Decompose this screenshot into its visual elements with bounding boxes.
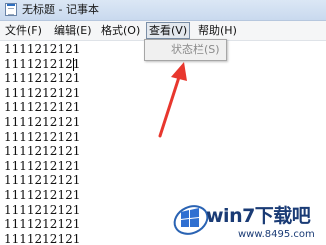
text-line: 1111212121	[4, 173, 81, 188]
text-content[interactable]: 1111212121 1111212121 1111212121 1111212…	[4, 42, 80, 245]
text-line: 1111212121	[4, 158, 81, 173]
title-bar[interactable]: 无标题 - 记事本	[0, 0, 326, 21]
text-line: 1111212121	[4, 56, 81, 71]
menu-item-status-bar[interactable]: 状态栏(S)	[171, 43, 220, 57]
text-line: 1111212121	[4, 42, 81, 56]
watermark: win7下载吧 www.8495.com	[172, 200, 326, 245]
watermark-brand: win7下载吧	[206, 205, 311, 227]
menu-bar: 文件(F) 编辑(E) 格式(O) 查看(V) 帮助(H)	[0, 21, 326, 41]
menu-format[interactable]: 格式(O)	[101, 23, 140, 38]
menu-edit[interactable]: 编辑(E)	[54, 23, 92, 38]
text-caret	[73, 58, 74, 71]
text-line: 1111212121	[4, 85, 81, 100]
text-line: 1111212121	[4, 144, 81, 159]
view-menu-dropdown: 状态栏(S)	[144, 39, 227, 61]
text-line: 1111212121	[4, 114, 81, 129]
text-line: 1111212121	[4, 202, 81, 217]
text-line: 1111212121	[4, 231, 81, 245]
menu-view[interactable]: 查看(V)	[146, 22, 191, 39]
text-line: 1111212121	[4, 100, 81, 115]
notepad-icon[interactable]	[5, 3, 17, 16]
text-line: 1111212121	[4, 187, 81, 202]
window-title: 无标题 - 记事本	[22, 3, 99, 16]
text-line: 1111212121	[4, 129, 81, 144]
menu-help[interactable]: 帮助(H)	[198, 23, 237, 38]
windows-logo-icon	[173, 205, 209, 235]
text-line: 1111212121	[4, 217, 81, 232]
notepad-window: 无标题 - 记事本 文件(F) 编辑(E) 格式(O) 查看(V) 帮助(H) …	[0, 0, 326, 245]
text-line: 1111212121	[4, 71, 81, 86]
watermark-url: www.8495.com	[238, 229, 315, 240]
menu-file[interactable]: 文件(F)	[5, 23, 42, 38]
